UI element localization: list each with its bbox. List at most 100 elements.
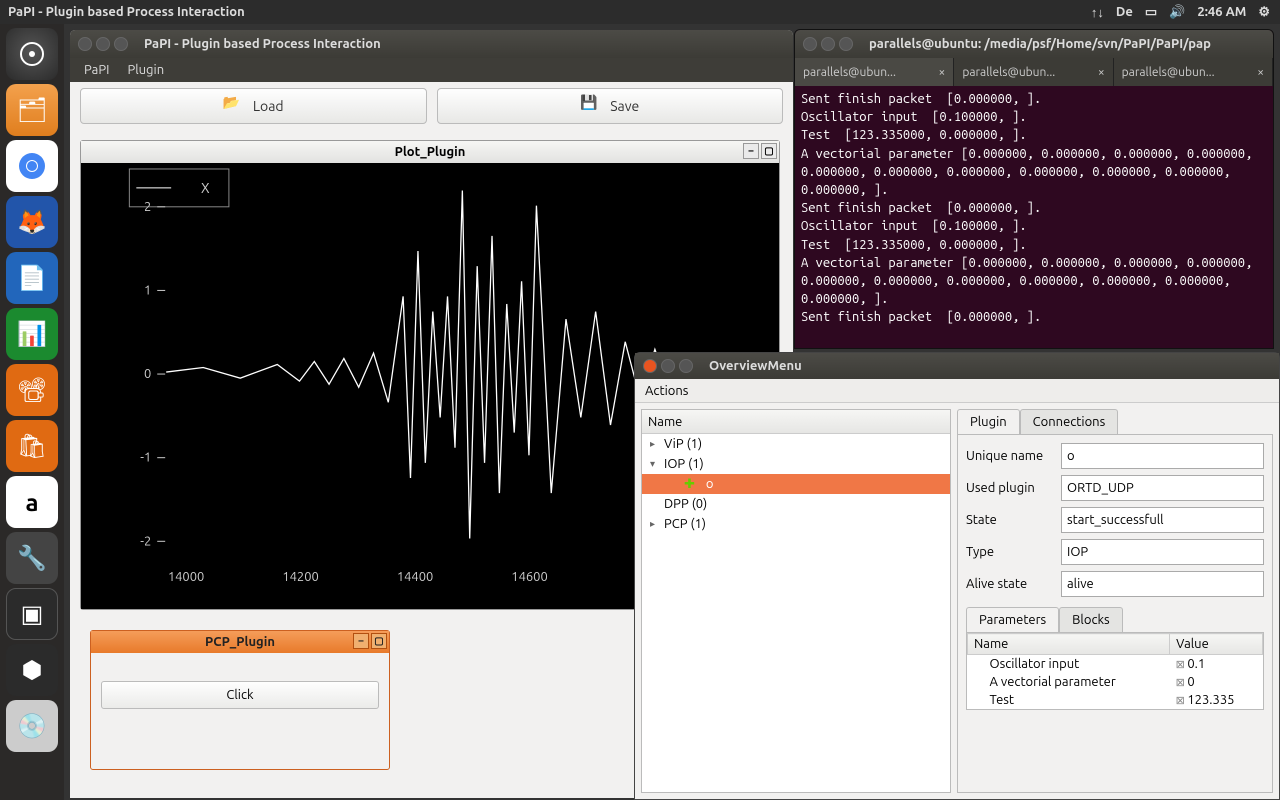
overview-window: OverviewMenu Actions Name ▸ViP (1) ▾IOP … — [634, 352, 1280, 800]
close-tab-icon[interactable]: × — [1257, 66, 1264, 79]
unity-launcher: 🗂 🦊 📄 📊 📽 🛍 a 🔧 ▣ ⬢ 💿 — [0, 24, 64, 800]
titlebar[interactable]: parallels@ubuntu: /media/psf/Home/svn/Pa… — [795, 30, 1273, 58]
svg-text:1: 1 — [144, 283, 151, 297]
svg-text:14000: 14000 — [168, 570, 204, 584]
close-icon[interactable] — [803, 37, 817, 51]
system-indicators: ↑↓ De ▭ 🔊 2:46 AM ⚙ — [1091, 5, 1280, 20]
desktop-area: PaPI - Plugin based Process Interaction … — [64, 24, 1280, 800]
terminal-title: parallels@ubuntu: /media/psf/Home/svn/Pa… — [861, 37, 1211, 51]
minimize-icon[interactable] — [821, 37, 835, 51]
overview-menubar: Actions — [635, 379, 1279, 403]
close-tab-icon[interactable]: × — [939, 66, 946, 79]
terminal-output[interactable]: Sent finish packet [0.000000, ]. Oscilla… — [795, 86, 1273, 330]
software-center-icon[interactable]: 🛍 — [6, 420, 58, 472]
table-row: Oscillator input0.1 — [968, 655, 1263, 674]
tree-header-name[interactable]: Name — [642, 410, 950, 434]
svg-text:14200: 14200 — [282, 570, 318, 584]
col-name[interactable]: Name — [968, 634, 1170, 655]
input-unique-name[interactable] — [1061, 443, 1264, 469]
maximize-icon[interactable]: ▢ — [371, 633, 387, 649]
dash-home-icon[interactable] — [6, 28, 58, 80]
writer-icon[interactable]: 📄 — [6, 252, 58, 304]
pcp-plugin-subwindow[interactable]: PCP_Plugin – ▢ Click — [90, 630, 390, 770]
svg-text:2: 2 — [144, 200, 151, 214]
titlebar[interactable]: OverviewMenu — [635, 353, 1279, 379]
close-tab-icon[interactable]: × — [1098, 66, 1105, 79]
label-state: State — [966, 513, 1061, 527]
tree-item-vip[interactable]: ▸ViP (1) — [642, 434, 950, 454]
window-title: PaPI - Plugin based Process Interaction — [136, 37, 381, 51]
save-button[interactable]: 💾 Save — [437, 88, 784, 124]
sound-icon[interactable]: 🔊 — [1169, 5, 1185, 20]
ubuntu-top-panel: PaPI - Plugin based Process Interaction … — [0, 0, 1280, 24]
maximize-icon[interactable]: ▢ — [761, 143, 777, 159]
calc-icon[interactable]: 📊 — [6, 308, 58, 360]
label-used-plugin: Used plugin — [966, 481, 1061, 495]
settings-icon[interactable]: 🔧 — [6, 532, 58, 584]
menubar: PaPI Plugin — [70, 58, 793, 82]
tree-item-iop[interactable]: ▾IOP (1) — [642, 454, 950, 474]
input-used-plugin[interactable] — [1061, 475, 1264, 501]
input-type[interactable] — [1061, 539, 1264, 565]
maximize-icon[interactable] — [839, 37, 853, 51]
label-type: Type — [966, 545, 1061, 559]
tree-item-dpp[interactable]: DPP (0) — [642, 494, 950, 514]
terminal-tab[interactable]: parallels@ubun...× — [795, 58, 954, 86]
keyboard-layout-indicator[interactable]: De — [1116, 5, 1133, 19]
menu-papi[interactable]: PaPI — [84, 63, 109, 77]
tab-connections[interactable]: Connections — [1020, 409, 1119, 434]
tab-parameters[interactable]: Parameters — [966, 607, 1059, 632]
parameters-table[interactable]: NameValue Oscillator input0.1 A vectoria… — [967, 633, 1263, 709]
input-state[interactable] — [1061, 507, 1264, 533]
files-icon[interactable]: 🗂 — [6, 84, 58, 136]
tab-blocks[interactable]: Blocks — [1059, 607, 1123, 632]
table-row: Test123.335 — [968, 691, 1263, 709]
active-app-title: PaPI - Plugin based Process Interaction — [0, 5, 1091, 19]
save-icon: 💾 — [580, 94, 604, 118]
clock[interactable]: 2:46 AM — [1197, 5, 1246, 19]
plugin-tree[interactable]: Name ▸ViP (1) ▾IOP (1) ✚ o DPP (0) ▸PCP … — [641, 409, 951, 793]
terminal-tab[interactable]: parallels@ubun...× — [1114, 58, 1273, 86]
close-icon[interactable] — [78, 37, 92, 51]
minimize-icon[interactable] — [96, 37, 110, 51]
battery-icon[interactable]: ▭ — [1145, 5, 1157, 20]
amazon-icon[interactable]: a — [6, 476, 58, 528]
papi-icon[interactable]: ⬢ — [6, 644, 58, 696]
col-value[interactable]: Value — [1170, 634, 1263, 655]
terminal-tabs: parallels@ubun...× parallels@ubun...× pa… — [795, 58, 1273, 86]
load-button[interactable]: 📂 Load — [80, 88, 427, 124]
click-button[interactable]: Click — [101, 681, 379, 709]
plot-header[interactable]: Plot_Plugin – ▢ — [81, 141, 779, 163]
svg-text:-1: -1 — [140, 451, 151, 465]
session-gear-icon[interactable]: ⚙ — [1258, 5, 1270, 20]
chromium-icon[interactable] — [6, 140, 58, 192]
maximize-icon[interactable] — [679, 359, 693, 373]
terminal-icon[interactable]: ▣ — [6, 588, 58, 640]
minimize-icon[interactable] — [661, 359, 675, 373]
svg-text:-2: -2 — [140, 534, 151, 548]
impress-icon[interactable]: 📽 — [6, 364, 58, 416]
info-pane: Plugin Connections Unique name Used plug… — [957, 409, 1273, 793]
terminal-window: parallels@ubuntu: /media/psf/Home/svn/Pa… — [794, 29, 1274, 349]
close-icon[interactable] — [643, 359, 657, 373]
toolbar: 📂 Load 💾 Save — [70, 82, 793, 130]
network-icon[interactable]: ↑↓ — [1091, 5, 1104, 20]
titlebar[interactable]: PaPI - Plugin based Process Interaction — [70, 30, 793, 58]
firefox-icon[interactable]: 🦊 — [6, 196, 58, 248]
legend-label: X — [201, 180, 210, 196]
svg-text:14400: 14400 — [397, 570, 433, 584]
minimize-icon[interactable]: – — [353, 633, 369, 649]
menu-plugin[interactable]: Plugin — [127, 63, 164, 77]
minimize-icon[interactable]: – — [743, 143, 759, 159]
tab-plugin[interactable]: Plugin — [957, 409, 1020, 434]
menu-actions[interactable]: Actions — [645, 384, 688, 398]
disk-icon[interactable]: 💿 — [6, 700, 58, 752]
pcp-header[interactable]: PCP_Plugin – ▢ — [91, 631, 389, 653]
tree-item-iop-o[interactable]: ✚ o — [642, 474, 950, 494]
input-alive[interactable] — [1061, 571, 1264, 597]
pcp-title: PCP_Plugin — [205, 635, 275, 649]
svg-text:14600: 14600 — [511, 570, 547, 584]
terminal-tab[interactable]: parallels@ubun...× — [954, 58, 1113, 86]
tree-item-pcp[interactable]: ▸PCP (1) — [642, 514, 950, 534]
maximize-icon[interactable] — [114, 37, 128, 51]
